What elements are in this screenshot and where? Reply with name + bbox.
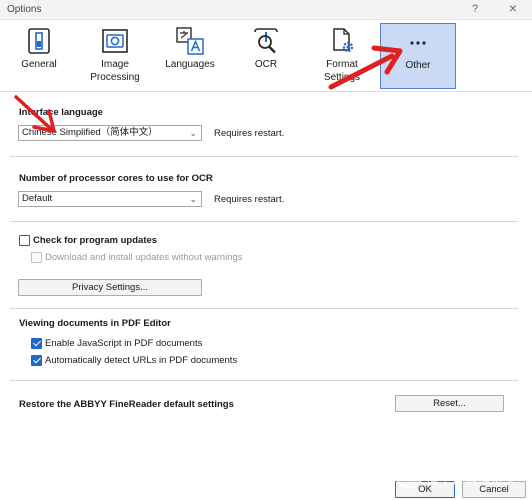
tab-languages-label: Languages	[165, 59, 215, 70]
watermark-logo-icon	[395, 461, 423, 489]
tab-image-processing[interactable]: Image Processing	[86, 23, 144, 89]
interface-language-value: Chinese Simplified（简体中文）	[22, 127, 158, 138]
enable-javascript-checkbox[interactable]	[31, 338, 42, 349]
close-button[interactable]: ×	[506, 0, 520, 16]
tab-format-settings[interactable]: Format Settings	[312, 23, 372, 89]
window-title: Options	[7, 4, 42, 15]
tab-other-label: Other	[405, 60, 431, 71]
auto-install-checkbox[interactable]	[31, 252, 42, 263]
divider	[10, 380, 518, 381]
tab-general-label: General	[21, 59, 57, 70]
interface-restart-note: Requires restart.	[214, 128, 285, 139]
cores-heading: Number of processor cores to use for OCR	[19, 173, 213, 184]
general-icon	[28, 28, 50, 54]
divider	[10, 156, 518, 157]
divider	[10, 308, 518, 309]
ocr-icon	[254, 28, 278, 54]
tab-ocr-label: OCR	[254, 59, 278, 70]
auto-install-label: Download and install updates without war…	[45, 252, 243, 263]
site-watermark: 值 | 什么值得买	[392, 460, 532, 490]
watermark-text: 值 | 什么值得买	[426, 472, 517, 487]
cores-value: Default	[22, 193, 53, 204]
enable-javascript-label: Enable JavaScript in PDF documents	[45, 338, 203, 349]
check-updates-label: Check for program updates	[33, 235, 158, 246]
detect-urls-label: Automatically detect URLs in PDF documen…	[45, 355, 238, 366]
reset-button[interactable]: Reset...	[395, 395, 504, 412]
chevron-down-icon: ⌄	[189, 128, 197, 138]
camera-icon	[102, 29, 128, 53]
tab-general[interactable]: General	[8, 23, 70, 89]
more-icon	[410, 41, 426, 45]
interface-language-select[interactable]: Chinese Simplified（简体中文） ⌄	[18, 125, 202, 141]
tab-format-settings-label: Format Settings	[323, 59, 361, 83]
divider	[10, 221, 518, 222]
tab-other[interactable]: Other	[380, 23, 456, 89]
privacy-settings-button[interactable]: Privacy Settings...	[18, 279, 202, 296]
format-settings-icon	[333, 28, 354, 53]
restore-defaults-label: Restore the ABBYY FineReader default set…	[19, 399, 234, 410]
languages-icon	[176, 27, 204, 55]
cores-select[interactable]: Default ⌄	[18, 191, 202, 207]
help-button[interactable]: ?	[468, 3, 482, 15]
cores-restart-note: Requires restart.	[214, 194, 285, 205]
check-updates-checkbox[interactable]	[19, 235, 30, 246]
chevron-down-icon: ⌄	[189, 194, 197, 204]
pdf-editor-heading: Viewing documents in PDF Editor	[19, 318, 171, 329]
options-toolbar: General Image Processing Languages OCR F…	[0, 20, 532, 92]
detect-urls-checkbox[interactable]	[31, 355, 42, 366]
title-bar: Options ? ×	[0, 0, 532, 20]
tab-ocr[interactable]: OCR	[238, 23, 294, 89]
interface-language-heading: Interface language	[19, 107, 103, 118]
tab-image-processing-label: Image Processing	[90, 59, 140, 83]
tab-languages[interactable]: Languages	[160, 23, 220, 89]
